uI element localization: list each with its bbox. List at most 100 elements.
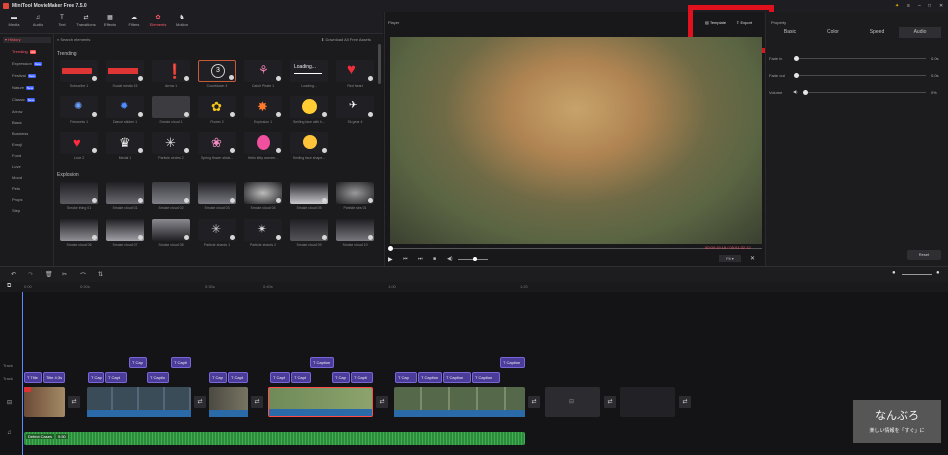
transition-icon[interactable]: ⇄ [194,396,206,408]
crop-icon[interactable]: ⌒ [80,271,86,280]
tab-audio-prop[interactable]: Audio [899,27,941,38]
tab-motion[interactable]: ♞ Motion [170,14,194,27]
stop-button[interactable]: ■ [433,256,436,262]
fit-timeline-icon[interactable]: ⇅ [98,271,103,278]
sidebar-item-expression[interactable]: Expression New [12,61,42,66]
split-icon[interactable]: ✂ [62,271,67,278]
transition-icon[interactable]: ⇄ [604,396,616,408]
element-thumb[interactable]: Loading... [290,60,328,82]
element-thumb[interactable] [336,182,374,204]
element-thumb[interactable]: ✺ [60,96,98,118]
tab-effects[interactable]: ▦ Effects [98,14,122,27]
text-clip[interactable]: T Captio [147,372,169,383]
text-clip[interactable]: T Cap [129,357,147,368]
transition-icon[interactable]: ⇄ [251,396,263,408]
text-clip[interactable]: T Cap [209,372,227,383]
element-thumb[interactable] [60,219,98,241]
text-clip[interactable]: T Capti [171,357,191,368]
fade-in-slider[interactable] [796,58,926,59]
element-thumb[interactable] [106,182,144,204]
tab-elements[interactable]: ✿ Elements [146,14,170,27]
zoom-in-icon[interactable]: ● [936,270,940,276]
timeline-ruler[interactable]: ⧉ 0:00 0:20s 0:30s 0:40s 1:00 1:20 [0,282,948,292]
tab-filters[interactable]: ☁ Filters [122,14,146,27]
empty-clip[interactable] [620,387,675,417]
text-clip[interactable]: T Capt [270,372,290,383]
prop-volume-slider[interactable] [804,92,926,93]
text-clip[interactable]: T Caption [418,372,442,383]
tab-basic[interactable]: Basic [769,27,811,38]
sidebar-item-arrow[interactable]: Arrow [12,109,22,114]
tab-text[interactable]: T Text [50,14,74,27]
close-icon[interactable]: ✕ [939,0,943,12]
text-clip[interactable]: T Caption [443,372,471,383]
element-thumb[interactable] [60,182,98,204]
sidebar-item-business[interactable]: Business [12,131,28,136]
tab-media[interactable]: ▬ Media [2,14,26,27]
text-clip[interactable]: T Capt [291,372,311,383]
element-thumb[interactable]: ♥ [60,132,98,154]
fade-out-knob[interactable] [794,73,799,78]
video-clip-selected[interactable] [268,387,373,417]
element-thumb[interactable]: ♛ [106,132,144,154]
transition-icon[interactable]: ⇄ [528,396,540,408]
element-thumb[interactable] [60,60,98,82]
fullscreen-icon[interactable]: ✕ [750,255,755,262]
element-thumb[interactable]: ❀ [198,132,236,154]
sidebar-item-trending[interactable]: Trending Hot [12,49,37,54]
element-thumb[interactable]: ♥ [336,60,374,82]
element-thumb[interactable] [290,219,328,241]
volume-icon[interactable]: ◀) [447,256,453,262]
text-clip[interactable]: T Caption [500,357,525,368]
tab-audio[interactable]: ♫ Audio [26,14,50,27]
element-thumb[interactable] [152,219,190,241]
element-thumb[interactable]: ✈ [336,96,374,118]
element-thumb[interactable]: ✸ [244,96,282,118]
element-thumb[interactable] [290,182,328,204]
element-thumb[interactable] [106,219,144,241]
menu-icon[interactable]: ≡ [907,0,910,12]
zoom-out-icon[interactable]: ● [892,270,896,276]
sidebar-item-festival[interactable]: Festival New [12,73,36,78]
element-thumb[interactable] [244,132,282,154]
element-thumb[interactable]: ✹ [106,96,144,118]
history-header[interactable]: ▾ History [3,37,51,43]
sidebar-item-basic[interactable]: Basic [12,120,22,125]
prev-frame-button[interactable]: ⏮ [403,256,408,262]
text-clip[interactable]: T Capt [105,372,127,383]
zoom-slider[interactable] [902,274,932,275]
sidebar-item-classic[interactable]: Classic New [12,97,35,102]
text-clip[interactable]: Title 4:3s [43,372,65,383]
text-clip[interactable]: T Capt [228,372,248,383]
transition-icon[interactable]: ⇄ [376,396,388,408]
minimize-icon[interactable]: – [918,0,921,12]
key-icon[interactable]: ✦ [895,0,899,12]
add-track-icon[interactable]: ⧉ [7,283,11,290]
element-thumb[interactable] [244,182,282,204]
sidebar-item-pets[interactable]: Pets [12,186,20,191]
element-thumb[interactable] [290,132,328,154]
redo-icon[interactable]: ↷ [28,271,33,278]
reset-button[interactable]: Reset [907,250,941,260]
mute-icon[interactable]: ◀) [793,89,797,94]
text-clip[interactable]: T Capti [351,372,373,383]
play-button[interactable]: ▶ [388,256,393,263]
element-thumb[interactable] [152,182,190,204]
sidebar-item-food[interactable]: Food [12,153,21,158]
video-clip[interactable] [87,387,191,417]
fade-in-knob[interactable] [794,56,799,61]
sidebar-item-props[interactable]: Props [12,197,22,202]
video-clip[interactable] [24,387,65,417]
video-clip[interactable] [209,387,248,417]
next-frame-button[interactable]: ⏭ [418,256,423,262]
prop-volume-knob[interactable] [803,90,808,95]
empty-clip[interactable]: ⊟ [545,387,600,417]
element-thumb[interactable] [290,96,328,118]
tab-color[interactable]: Color [812,27,854,38]
tab-transitions[interactable]: ⇄ Transitions [74,14,98,27]
text-clip[interactable]: T Caption [310,357,334,368]
element-thumb[interactable] [106,60,144,82]
playhead[interactable] [22,292,23,455]
element-thumb[interactable] [336,219,374,241]
element-thumb[interactable]: 3 [198,60,236,82]
